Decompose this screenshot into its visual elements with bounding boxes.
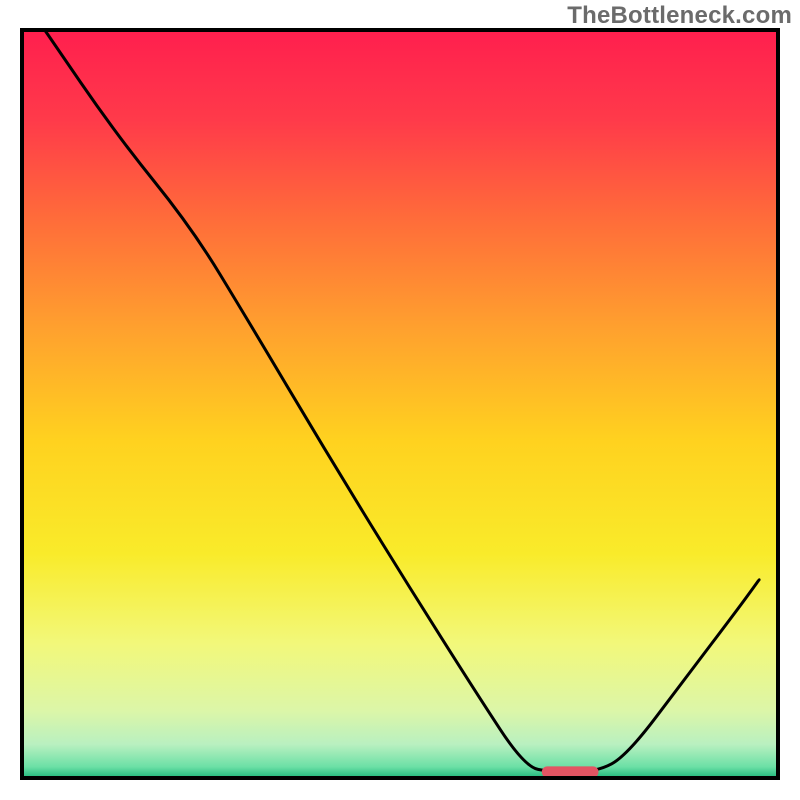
- plot-background: [22, 30, 778, 778]
- chart-svg: [0, 0, 800, 800]
- optimum-marker: [542, 766, 599, 777]
